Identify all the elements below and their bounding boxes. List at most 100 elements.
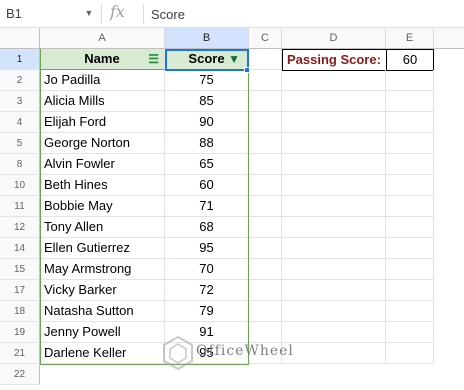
filter-range-border [248,49,249,365]
cell[interactable] [282,175,386,196]
cell[interactable] [249,175,282,196]
score-cell[interactable]: 72 [165,280,249,301]
score-cell[interactable]: 75 [165,70,249,91]
fill-handle[interactable] [244,67,250,73]
row-header[interactable]: 4 [0,112,40,133]
score-cell[interactable]: 71 [165,196,249,217]
cell[interactable] [249,112,282,133]
row-header[interactable]: 12 [0,217,40,238]
cell[interactable] [249,133,282,154]
score-cell[interactable]: 90 [165,112,249,133]
cell[interactable] [249,196,282,217]
cell[interactable] [282,112,386,133]
select-all-corner[interactable] [0,28,40,49]
chevron-down-icon[interactable]: ▼ [82,6,96,20]
cell[interactable] [282,259,386,280]
score-cell[interactable]: 79 [165,301,249,322]
cell[interactable] [386,343,434,364]
filter-lines-icon[interactable]: ☰ [148,49,159,69]
name-cell[interactable]: Elijah Ford [40,112,165,133]
cell[interactable] [282,280,386,301]
row-header[interactable]: 21 [0,343,40,364]
name-cell[interactable]: Vicky Barker [40,280,165,301]
cell[interactable] [249,70,282,91]
cell[interactable] [386,133,434,154]
row-header[interactable]: 1 [0,49,40,70]
column-header-b[interactable]: B [165,28,249,49]
row-header[interactable]: 2 [0,70,40,91]
row-header[interactable]: 3 [0,91,40,112]
name-cell[interactable]: Jenny Powell [40,322,165,343]
cell[interactable] [386,280,434,301]
column-header-a[interactable]: A [40,28,165,49]
cell[interactable] [249,217,282,238]
cell[interactable] [249,91,282,112]
cell[interactable] [282,154,386,175]
name-cell[interactable]: Darlene Keller [40,343,165,364]
cell[interactable] [249,238,282,259]
cell[interactable] [282,301,386,322]
cell[interactable] [282,196,386,217]
name-header-label: Name [84,51,120,66]
cell[interactable] [282,91,386,112]
name-cell[interactable]: Beth Hines [40,175,165,196]
passing-score-label[interactable]: Passing Score: [282,49,387,71]
cell[interactable] [386,322,434,343]
name-cell[interactable]: Alicia Mills [40,91,165,112]
cell[interactable] [249,154,282,175]
name-cell[interactable]: Tony Allen [40,217,165,238]
cell[interactable] [386,91,434,112]
cell[interactable] [249,259,282,280]
name-header-cell[interactable]: Name ☰ [40,49,165,70]
name-cell[interactable]: George Norton [40,133,165,154]
row-header[interactable]: 14 [0,238,40,259]
cell[interactable] [282,217,386,238]
name-cell[interactable]: Ellen Gutierrez [40,238,165,259]
formula-input[interactable]: Score [151,2,451,26]
column-header-c[interactable]: C [249,28,282,49]
column-header-d[interactable]: D [282,28,386,49]
cell[interactable] [386,217,434,238]
cell[interactable] [386,154,434,175]
passing-score-value[interactable]: 60 [386,49,434,71]
row-header[interactable]: 17 [0,280,40,301]
cell[interactable] [249,280,282,301]
cell[interactable] [386,259,434,280]
cell[interactable] [386,70,434,91]
name-cell[interactable]: Alvin Fowler [40,154,165,175]
row-header[interactable]: 22 [0,364,40,385]
cell[interactable] [386,112,434,133]
row-header[interactable]: 19 [0,322,40,343]
row-header[interactable]: 5 [0,133,40,154]
name-cell[interactable]: Natasha Sutton [40,301,165,322]
row-header[interactable]: 10 [0,175,40,196]
score-cell[interactable]: 85 [165,91,249,112]
cell[interactable] [282,70,386,91]
name-cell[interactable]: May Armstrong [40,259,165,280]
cell[interactable] [386,196,434,217]
cell[interactable] [386,175,434,196]
score-cell[interactable]: 68 [165,217,249,238]
cell[interactable] [282,133,386,154]
score-cell[interactable]: 60 [165,175,249,196]
score-cell[interactable]: 65 [165,154,249,175]
row-header[interactable]: 8 [0,154,40,175]
cell[interactable] [249,49,282,70]
cell[interactable] [386,301,434,322]
score-cell[interactable]: 95 [165,238,249,259]
filter-range-border [40,49,41,365]
cell[interactable] [249,301,282,322]
column-header-e[interactable]: E [386,28,434,49]
active-cell-outline [165,49,249,71]
row-header[interactable]: 15 [0,259,40,280]
row-header[interactable]: 11 [0,196,40,217]
cell[interactable] [282,238,386,259]
row-header[interactable]: 18 [0,301,40,322]
divider [101,4,102,24]
score-cell[interactable]: 88 [165,133,249,154]
cell[interactable] [386,238,434,259]
score-cell[interactable]: 70 [165,259,249,280]
name-cell[interactable]: Jo Padilla [40,70,165,91]
column-header-empty [434,28,464,49]
name-cell[interactable]: Bobbie May [40,196,165,217]
